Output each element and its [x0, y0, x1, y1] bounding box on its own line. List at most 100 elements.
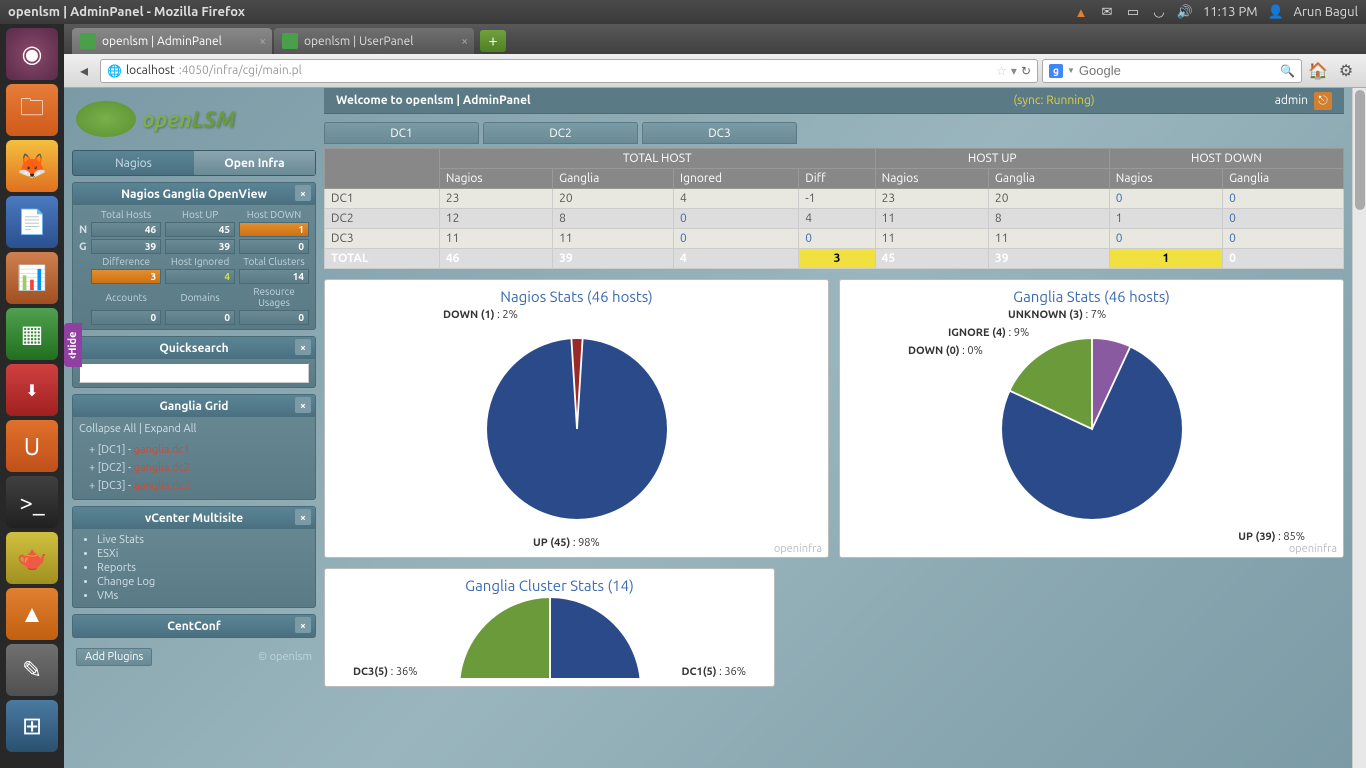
launcher-firefox[interactable]: 🦊 [6, 140, 58, 192]
url-bar[interactable]: 🌐 localhost:4050/infra/cgi/main.pl ☆ ▾ ↻ [100, 59, 1038, 83]
dc-tab-1[interactable]: DC1 [324, 122, 479, 144]
expand-all[interactable]: Expand All [144, 423, 196, 435]
add-plugins-button[interactable]: Add Plugins [76, 648, 152, 666]
launcher-software-center[interactable]: U [6, 420, 58, 472]
tab-title: openlsm | AdminPanel [102, 35, 222, 48]
logo: openLSM [72, 94, 316, 144]
ganglia-grid-panel: Ganglia Grid× Collapse All | Expand All … [72, 394, 316, 500]
copyright: © openlsm [258, 651, 312, 663]
panel-close-icon[interactable]: × [295, 617, 311, 633]
search-dropdown-icon[interactable]: ▼ [1067, 66, 1075, 75]
tab-favicon [282, 33, 298, 49]
scrollbar-thumb[interactable] [1355, 90, 1365, 210]
search-input[interactable] [1079, 63, 1276, 78]
logout-icon[interactable]: ⎋ [1314, 92, 1332, 110]
launcher-gedit[interactable]: ✎ [6, 644, 58, 696]
vlc-tray-icon[interactable]: ▲ [1073, 4, 1089, 20]
tab-close-icon[interactable]: × [259, 35, 266, 48]
dc-tab-2[interactable]: DC2 [483, 122, 638, 144]
launcher-terminal[interactable]: >_ [6, 476, 58, 528]
browser-tab-0[interactable]: openlsm | AdminPanel × [72, 28, 272, 54]
tree-item[interactable]: + [DC3] - ganglia.dc3 [89, 477, 309, 495]
clock[interactable]: 11:13 PM [1203, 5, 1258, 19]
browser-toolbar: ◂ 🌐 localhost:4050/infra/cgi/main.pl ☆ ▾… [64, 54, 1366, 88]
panel-close-icon[interactable]: × [295, 339, 311, 355]
table-row: DC123204-1232000 [325, 189, 1344, 209]
panel-close-icon[interactable]: × [295, 509, 311, 525]
quicksearch-input[interactable] [79, 363, 309, 383]
wifi-icon[interactable]: ◡ [1151, 4, 1167, 20]
firefox-window: openlsm | AdminPanel × openlsm | UserPan… [64, 24, 1366, 768]
launcher-calc[interactable]: ▦ [6, 308, 58, 360]
app-main: Welcome to openlsm | AdminPanel (sync: R… [324, 88, 1352, 768]
panel-header: Nagios Ganglia OpenView × [73, 183, 315, 205]
tab-close-icon[interactable]: × [461, 35, 468, 48]
app-sidebar: openLSM Nagios Open Infra Nagios Ganglia… [64, 88, 324, 768]
table-row: DC3111100111100 [325, 229, 1344, 249]
launcher-vlc[interactable]: ▲ [6, 588, 58, 640]
os-username[interactable]: Arun Bagul [1294, 5, 1358, 19]
logo-icon [76, 101, 136, 137]
reload-icon[interactable]: ↻ [1021, 64, 1031, 78]
tab-title: openlsm | UserPanel [304, 35, 413, 48]
chart-title: Ganglia Cluster Stats (14) [333, 577, 766, 594]
user-icon: 👤 [1268, 4, 1284, 20]
nagios-stats-chart: Nagios Stats (46 hosts) DOWN (1) : 2% UP… [324, 279, 829, 558]
vcenter-item[interactable]: Change Log [97, 575, 309, 589]
battery-icon[interactable]: ▭ [1125, 4, 1141, 20]
globe-icon: 🌐 [107, 64, 122, 78]
vcenter-panel: vCenter Multisite× Live StatsESXiReports… [72, 506, 316, 608]
header-user: admin [1275, 94, 1308, 107]
welcome-text: Welcome to openlsm | AdminPanel [336, 94, 531, 107]
panel-close-icon[interactable]: × [295, 397, 311, 413]
launcher-files[interactable]: 🗀 [6, 84, 58, 136]
home-button[interactable]: 🏠 [1306, 59, 1330, 83]
launcher-app1[interactable]: ⬇ [6, 364, 58, 416]
volume-icon[interactable]: 🔊 [1177, 4, 1193, 20]
sidebar-tab-nagios[interactable]: Nagios [73, 151, 194, 175]
sidebar-tab-switcher: Nagios Open Infra [72, 150, 316, 176]
centconf-panel: CentConf× [72, 614, 316, 638]
search-bar[interactable]: g ▼ 🔍 [1042, 59, 1302, 83]
quicksearch-panel: Quicksearch× [72, 336, 316, 388]
ganglia-cluster-chart: Ganglia Cluster Stats (14) DC3(5) : 36% … [324, 568, 775, 687]
dropdown-icon[interactable]: ▾ [1011, 64, 1017, 78]
mail-icon[interactable]: ✉ [1099, 4, 1115, 20]
browser-tab-1[interactable]: openlsm | UserPanel × [274, 28, 474, 54]
panel-close-icon[interactable]: × [295, 185, 311, 201]
hide-sidebar-tab[interactable]: ‹Hide [64, 323, 82, 367]
vcenter-item[interactable]: Reports [97, 561, 309, 575]
url-input[interactable] [306, 63, 482, 78]
app-header: Welcome to openlsm | AdminPanel (sync: R… [324, 88, 1344, 114]
vcenter-item[interactable]: ESXi [97, 547, 309, 561]
launcher-dash[interactable]: ◉ [6, 28, 58, 80]
sidebar-tab-openinfra[interactable]: Open Infra [194, 151, 315, 175]
table-total-row: TOTAL463943453910 [325, 249, 1344, 269]
ganglia-stats-chart: Ganglia Stats (46 hosts) UNKNOWN (3) : 7… [839, 279, 1344, 558]
new-tab-button[interactable]: + [480, 30, 506, 52]
tree-item[interactable]: + [DC2] - ganglia.dc2 [89, 459, 309, 477]
tree-item[interactable]: + [DC1] - ganglia.dc1 [89, 441, 309, 459]
search-icon[interactable]: 🔍 [1280, 64, 1295, 78]
back-button[interactable]: ◂ [72, 59, 96, 83]
window-title: openlsm | AdminPanel - Mozilla Firefox [8, 5, 1073, 19]
addon-button[interactable]: ⚙ [1334, 59, 1358, 83]
browser-tabstrip: openlsm | AdminPanel × openlsm | UserPan… [64, 24, 1366, 54]
url-host: localhost [126, 64, 175, 77]
launcher-workspaces[interactable]: ⊞ [6, 700, 58, 752]
launcher-writer[interactable]: 📄 [6, 196, 58, 248]
os-topbar: openlsm | AdminPanel - Mozilla Firefox ▲… [0, 0, 1366, 24]
scrollbar[interactable] [1352, 88, 1366, 768]
bookmark-star-icon[interactable]: ☆ [996, 64, 1007, 78]
vcenter-item[interactable]: VMs [97, 589, 309, 603]
launcher-impress[interactable]: 📊 [6, 252, 58, 304]
google-search-icon[interactable]: g [1049, 64, 1063, 78]
collapse-all[interactable]: Collapse All [79, 423, 136, 435]
app-viewport: openLSM Nagios Open Infra Nagios Ganglia… [64, 88, 1366, 768]
vcenter-item[interactable]: Live Stats [97, 533, 309, 547]
dc-tab-3[interactable]: DC3 [642, 122, 797, 144]
chart-title: Nagios Stats (46 hosts) [333, 288, 820, 305]
sync-status: (sync: Running) [531, 94, 1275, 107]
launcher-app2[interactable]: 🫖 [6, 532, 58, 584]
tab-favicon [80, 33, 96, 49]
